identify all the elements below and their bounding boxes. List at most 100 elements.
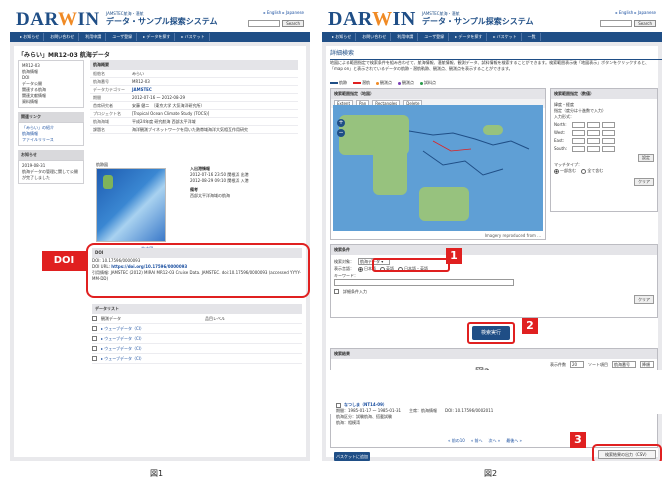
menu-item[interactable]: 資料情報 [22,99,80,105]
zoom-in-button[interactable]: + [337,119,345,127]
site-search-button[interactable]: Search [634,20,656,27]
keyword-input[interactable] [334,279,514,286]
site-search-button[interactable]: Search [282,20,304,27]
coord-clear-button[interactable]: クリア [634,178,654,186]
zoom-out-button[interactable]: − [337,129,345,137]
west-min-input[interactable] [587,130,600,136]
site-header: DARWIN JAMSTEC航海・潜航 データ・サンプル探索システム ▸ Eng… [322,6,662,32]
map-search-panel: 検索範囲指定（地図） Extent Pan Rectangles Delete … [330,88,546,240]
south-deg-input[interactable] [572,146,585,152]
nav-item-basket[interactable]: ▸ バスケット [177,33,210,41]
match-all-radio[interactable] [581,168,587,174]
map-land-shape [103,175,113,189]
order-select[interactable]: 降順 [640,361,654,368]
detail-checkbox[interactable] [334,289,339,294]
map-legend: 航跡 潜航 観測点 観測点 試料点 [330,80,436,86]
callout-3: 3 [570,432,586,448]
port-text: 2012-07-16 23:50 関根浜 出港 2012-08-29 09:10… [190,172,249,183]
south-min-input[interactable] [587,146,600,152]
track-overlay [408,130,530,176]
column-header: 観測データ [101,316,121,321]
nav-item-find-data[interactable]: ▸ データを探す [139,33,176,41]
nav-item-contact[interactable]: お問い合わせ [358,33,392,41]
pager-prev[interactable]: « 前へ [471,438,483,444]
west-sec-input[interactable] [602,130,615,136]
summary-row: 航海海域 平成24年度 研究航海 西部太平洋域 [90,118,298,126]
link-item[interactable]: ファイルリリース [22,137,80,143]
coord-set-button[interactable]: 設定 [638,154,654,162]
site-search-input[interactable] [600,20,633,27]
data-row: ▸ ウェーブデータ（CI） [92,334,302,344]
sort-label: ソート項目 [588,361,608,367]
search-conditions-panel: 検索条件 検索対象： 航海データ ▾ 表示言語： 日本語 英語 日本語・英語 キ… [330,244,658,318]
search-map[interactable]: + − [333,105,543,231]
coord-row-north: North: [554,122,654,128]
coord-row-west: West: [554,130,654,136]
cruise-track-map[interactable] [96,168,166,242]
nav-item-news[interactable]: ▸ お知らせ [16,33,45,41]
org-line: JAMSTEC航海・潜航 [422,11,460,16]
select-all-checkbox[interactable] [92,316,97,321]
row-checkbox[interactable] [92,346,97,351]
west-deg-input[interactable] [572,130,585,136]
summary-row: データカテゴリー JAMSTEC [90,86,298,94]
detail-label: 詳細条件入力 [343,289,367,294]
legend-item: 航跡 [330,80,347,86]
pager-next[interactable]: 次へ » [489,438,501,444]
coord-row-east: East: [554,138,654,144]
east-deg-input[interactable] [572,138,585,144]
north-min-input[interactable] [587,122,600,128]
darwin-logo[interactable]: DARWIN [328,9,416,29]
coord-body: 緯度・経度 指定（度分は十進数で入力） 入力形式： North: West: E… [551,99,657,189]
sort-select[interactable]: 航海番号 [612,361,636,368]
org-line: JAMSTEC航海・潜航 [106,11,144,16]
nav-item-register[interactable]: ユーザ登録 [420,33,450,41]
east-min-input[interactable] [587,138,600,144]
site-search-input[interactable] [248,20,281,27]
coordinate-panel: 検索範囲指定（数値） 緯度・経度 指定（度分は十進数で入力） 入力形式： Nor… [550,88,658,212]
pager-last[interactable]: 最後へ » [506,438,522,444]
north-deg-input[interactable] [572,122,585,128]
site-search: Search [600,20,656,27]
row-checkbox[interactable] [92,356,97,361]
legend-item: 潜航 [353,80,370,86]
figure-2-panel: DARWIN JAMSTEC航海・潜航 データ・サンプル探索システム ▸ Eng… [322,6,662,461]
result-checkbox[interactable] [336,402,341,408]
nav-item-find-data[interactable]: ▸ データを探す [451,33,488,41]
data-row: ▸ ウェーブデータ（CI） [92,324,302,334]
pager-first[interactable]: « 前の10 [448,438,465,444]
south-sec-input[interactable] [602,146,615,152]
links-box: 「みらい」の紹介 航海情報 ファイルリリース [18,122,84,146]
language-links[interactable]: ▸ English ▸ Japanese [248,10,304,16]
summary-row: 期間 2012-07-16 ～ 2012-08-29 [90,94,298,102]
advanced-search-page: 詳細検索 地図による範囲指定で検索条件を組み合わせて、航海情報、潜航情報、観測デ… [326,46,662,461]
nav-item-contact[interactable]: お問い合わせ [46,33,80,41]
updates-text: 2019-08-31 航海データの管理に関して公開が完了しました [18,160,84,184]
nav-item-apply[interactable]: 利用申請 [393,33,419,41]
nav-item-news[interactable]: ▸ お知らせ [328,33,357,41]
legend-item: 試料点 [420,80,436,86]
data-row: ▸ ウェーブデータ（CI） [92,344,302,354]
north-sec-input[interactable] [602,122,615,128]
east-sec-input[interactable] [602,138,615,144]
per-page-label: 表示件数 [550,361,566,367]
doi-highlight [86,243,310,298]
match-partial-radio[interactable] [554,168,559,174]
row-checkbox[interactable] [92,326,97,331]
nav-item-register[interactable]: ユーザ登録 [108,33,138,41]
add-to-basket-button[interactable]: バスケットに追加 [334,452,370,461]
summary-row: 首席研究者 安藤 健二 （東京大学 大気海洋研究所） [90,102,298,110]
lang-ja-radio[interactable] [358,266,363,272]
nav-item-apply[interactable]: 利用申請 [81,33,107,41]
figure-1-panel: DARWIN JAMSTEC航海・潜航 データ・サンプル探索システム ▸ Eng… [10,6,310,461]
nav-item-list[interactable]: 一覧 [524,33,541,41]
summary-heading: 航海概要 [90,60,298,70]
language-links[interactable]: ▸ English ▸ Japanese [600,10,656,16]
pagination: « 前の10 « 前へ 次へ » 最後へ » [448,438,522,444]
result-area2: 航海：相模湾 [336,420,360,425]
cond-clear-button[interactable]: クリア [634,295,654,304]
darwin-logo[interactable]: DARWIN [16,10,100,29]
nav-item-basket[interactable]: ▸ バスケット [489,33,522,41]
row-checkbox[interactable] [92,336,97,341]
per-page-select[interactable]: 20 [570,361,584,368]
